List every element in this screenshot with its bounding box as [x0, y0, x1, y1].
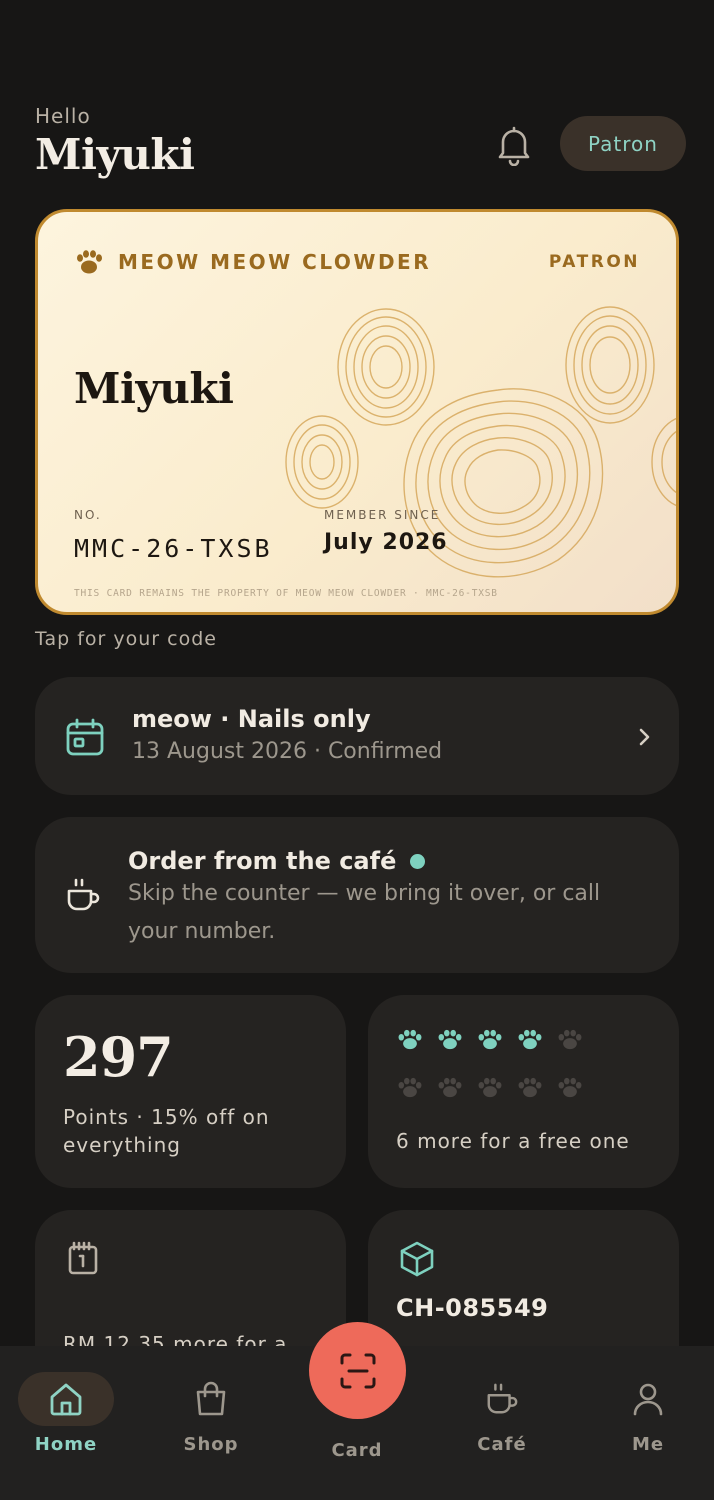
card-holder-name: Miyuki [74, 364, 234, 413]
paw-stamp-empty-icon [556, 1029, 596, 1055]
user-icon [600, 1372, 696, 1426]
stamp-grid [396, 1029, 596, 1103]
paw-stamp-filled-icon [436, 1029, 476, 1055]
cafe-order-title-text: Order from the café [128, 847, 397, 875]
scan-card-button[interactable] [309, 1322, 406, 1419]
points-label: Points · 15% off on everything [63, 1105, 270, 1157]
paw-stamp-filled-icon [396, 1029, 436, 1055]
greeting-header: Hello Miyuki [35, 104, 195, 179]
points-value: 297 [63, 1025, 174, 1089]
nav-cafe-label: Café [477, 1434, 527, 1455]
gift-box-icon [65, 1240, 101, 1280]
cafe-order-subtitle: Skip the counter — we bring it over, or … [128, 881, 601, 944]
cafe-order-card[interactable]: Order from the café Skip the counter — w… [35, 817, 679, 973]
appointment-subtitle: 13 August 2026 · Confirmed [132, 739, 443, 764]
bell-icon[interactable] [494, 124, 534, 167]
paw-icon [77, 250, 102, 274]
member-since-date: July 2026 [324, 530, 448, 555]
card-number-label: NO. [74, 508, 102, 522]
card-fine-print: THIS CARD REMAINS THE PROPERTY OF MEOW M… [74, 588, 498, 599]
greeting-text: Hello [35, 104, 91, 128]
tap-hint: Tap for your code [35, 628, 217, 650]
card-number: MMC-26-TXSB [74, 534, 273, 563]
card-tier: PATRON [548, 252, 640, 272]
nav-shop[interactable]: Shop [151, 1346, 271, 1466]
card-brand-name: MEOW MEOW CLOWDER [118, 250, 432, 274]
shopping-bag-icon [163, 1372, 259, 1426]
paw-stamp-empty-icon [556, 1077, 596, 1103]
stamp-card-tile[interactable]: 6 more for a free one [368, 995, 679, 1188]
appointment-title: meow · Nails only [132, 705, 371, 733]
nav-cafe[interactable]: Café [442, 1346, 562, 1466]
calendar-icon [65, 717, 105, 761]
member-since-label: MEMBER SINCE [324, 508, 441, 522]
stamps-label: 6 more for a free one [396, 1129, 630, 1153]
points-tile[interactable]: 297 Points · 15% off on everything [35, 995, 346, 1188]
appointment-card[interactable]: meow · Nails only 13 August 2026 · Confi… [35, 677, 679, 795]
membership-card[interactable]: MEOW MEOW CLOWDER PATRON Miyuki NO. MMC-… [35, 209, 679, 615]
nav-home-label: Home [34, 1434, 98, 1455]
chevron-right-icon [637, 727, 651, 751]
coffee-cup-icon [65, 877, 101, 917]
paw-stamp-empty-icon [396, 1077, 436, 1103]
home-icon [18, 1372, 114, 1426]
package-icon [398, 1240, 436, 1282]
paw-stamp-filled-icon [476, 1029, 516, 1055]
nav-card-label: Card [331, 1440, 383, 1461]
order-code: CH-085549 [396, 1294, 549, 1322]
status-dot [410, 853, 426, 869]
cafe-order-title: Order from the café [128, 847, 426, 875]
paw-stamp-filled-icon [516, 1029, 556, 1055]
nav-shop-label: Shop [183, 1434, 239, 1455]
coffee-cup-icon [454, 1372, 550, 1426]
tier-pill[interactable]: Patron [560, 116, 686, 171]
nav-me-label: Me [631, 1434, 665, 1455]
paw-stamp-empty-icon [476, 1077, 516, 1103]
scan-icon [340, 1353, 375, 1388]
nav-home[interactable]: Home [6, 1346, 126, 1466]
user-name: Miyuki [35, 130, 195, 179]
paw-stamp-empty-icon [436, 1077, 476, 1103]
paw-stamp-empty-icon [516, 1077, 556, 1103]
nav-me[interactable]: Me [588, 1346, 708, 1466]
card-brand: MEOW MEOW CLOWDER [74, 249, 431, 275]
